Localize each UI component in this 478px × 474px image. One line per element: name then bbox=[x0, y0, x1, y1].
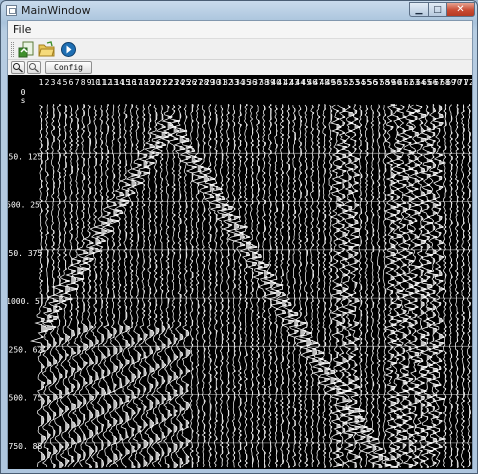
zoom-out-icon[interactable] bbox=[27, 61, 41, 74]
trace-wiggle bbox=[64, 104, 78, 468]
run-icon[interactable] bbox=[60, 41, 77, 58]
trace-fill bbox=[101, 106, 108, 468]
seismic-plot[interactable]: 1 2 3 4 5 6 7 8 9 10 11 12 13 14 15 16 17 18 19 20 21 22 23 24 2… bbox=[8, 75, 472, 469]
trace-label: 7 bbox=[75, 78, 80, 87]
trace-fill bbox=[47, 104, 56, 458]
trace-wiggle bbox=[395, 104, 410, 468]
trace-wiggle bbox=[202, 104, 217, 468]
trace-wiggle bbox=[245, 104, 259, 468]
trace-wiggle bbox=[281, 104, 295, 468]
time-unit-label: s bbox=[21, 96, 26, 105]
trace-label: 4 bbox=[57, 78, 62, 87]
trace-label: 72 bbox=[464, 78, 472, 87]
trace-label: 5 bbox=[63, 78, 68, 87]
trace-label: 2 bbox=[45, 78, 50, 87]
time-label: 1000. 5 bbox=[8, 297, 40, 306]
toolbar-grip[interactable] bbox=[11, 42, 14, 57]
trace-wiggle bbox=[306, 104, 320, 468]
trace-wiggle bbox=[69, 104, 86, 468]
trace-fill bbox=[282, 104, 288, 464]
client-area: File Config 1 2 3 4 5 6 7 8 9 10 11 12 1… bbox=[7, 20, 473, 469]
trace-fill bbox=[324, 104, 331, 468]
control-bar: Config bbox=[8, 61, 472, 74]
menu-file[interactable]: File bbox=[13, 23, 31, 36]
trace-wiggle bbox=[179, 104, 193, 468]
trace-wiggle bbox=[317, 104, 332, 468]
close-button[interactable]: ✕ bbox=[446, 2, 475, 17]
trace-label: 8 bbox=[81, 78, 86, 87]
toolbar bbox=[8, 38, 472, 60]
trace-fill bbox=[173, 106, 180, 468]
app-icon bbox=[6, 5, 17, 16]
time-label: 500. 25 bbox=[8, 201, 40, 210]
minimize-button[interactable]: ▁ bbox=[409, 2, 428, 17]
trace-wiggle bbox=[105, 104, 121, 468]
main-window: MainWindow ▁ □ ✕ File Config 1 2 3 4 5 6… bbox=[0, 0, 478, 474]
open-file-icon[interactable] bbox=[18, 41, 35, 58]
trace-fill bbox=[318, 104, 326, 464]
trace-wiggle bbox=[359, 104, 373, 468]
trace-wiggle bbox=[442, 104, 447, 468]
trace-label: 6 bbox=[69, 78, 74, 87]
trace-wiggle bbox=[118, 104, 132, 468]
maximize-button[interactable]: □ bbox=[428, 2, 446, 17]
trace-wiggle bbox=[293, 104, 308, 468]
trace-wiggle bbox=[460, 104, 466, 468]
open-folder-icon[interactable] bbox=[38, 41, 55, 58]
window-title: MainWindow bbox=[21, 4, 91, 17]
trace-fill bbox=[83, 104, 90, 460]
trace-label: 3 bbox=[51, 78, 56, 87]
trace-label: 1 bbox=[39, 78, 44, 87]
config-button[interactable]: Config bbox=[45, 61, 92, 74]
time-label: 0 bbox=[21, 88, 26, 97]
menu-bar: File bbox=[8, 21, 472, 38]
seismic-canvas: 1 2 3 4 5 6 7 8 91011121314151617181920212223242… bbox=[8, 78, 472, 468]
trace-fill bbox=[227, 104, 233, 464]
trace-fill bbox=[233, 110, 241, 468]
title-bar[interactable]: MainWindow ▁ □ ✕ bbox=[1, 1, 477, 19]
trace-wiggle bbox=[299, 104, 313, 468]
zoom-in-icon[interactable] bbox=[11, 61, 25, 74]
trace-wiggle bbox=[113, 104, 127, 468]
